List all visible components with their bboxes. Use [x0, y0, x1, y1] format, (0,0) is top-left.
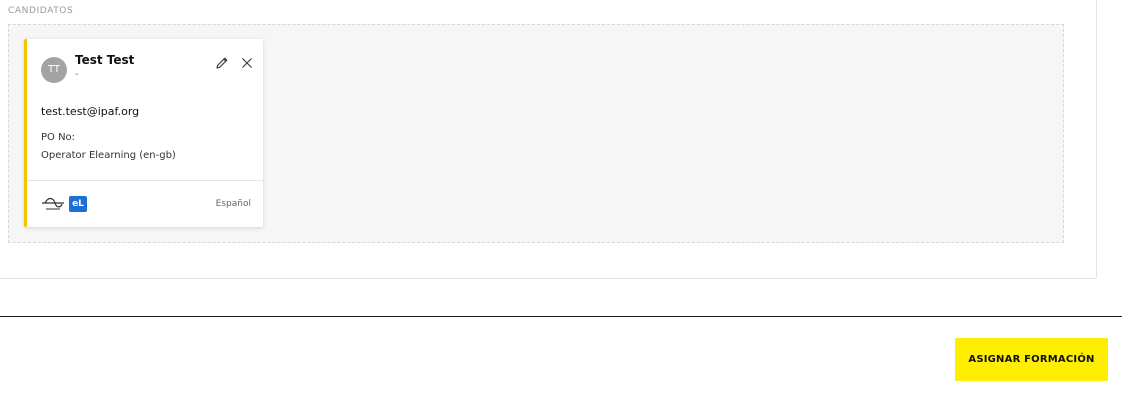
candidates-dropzone[interactable]: TT Test Test - test.test@ipaf.org PO No:… — [8, 24, 1064, 243]
po-number-label: PO No: — [41, 132, 76, 143]
pencil-icon[interactable] — [214, 55, 230, 71]
candidate-email: test.test@ipaf.org — [41, 105, 140, 118]
section-title: CANDIDATOS — [8, 6, 74, 16]
assign-training-button[interactable]: ASIGNAR FORMACIÓN — [955, 338, 1108, 381]
candidate-subtitle: - — [75, 69, 79, 80]
close-icon[interactable] — [239, 55, 255, 71]
candidate-name: Test Test — [75, 53, 135, 67]
strikethrough-path-icon — [41, 194, 65, 212]
avatar: TT — [41, 57, 67, 83]
course-name: Operator Elearning (en-gb) — [41, 150, 176, 161]
candidates-panel: CANDIDATOS TT Test Test - test.test@ipaf… — [0, 0, 1097, 279]
candidate-card[interactable]: TT Test Test - test.test@ipaf.org PO No:… — [24, 39, 263, 227]
card-divider — [27, 180, 263, 181]
footer-divider — [0, 316, 1122, 317]
language-label: Español — [215, 199, 251, 209]
elearning-badge: eL — [69, 196, 87, 212]
